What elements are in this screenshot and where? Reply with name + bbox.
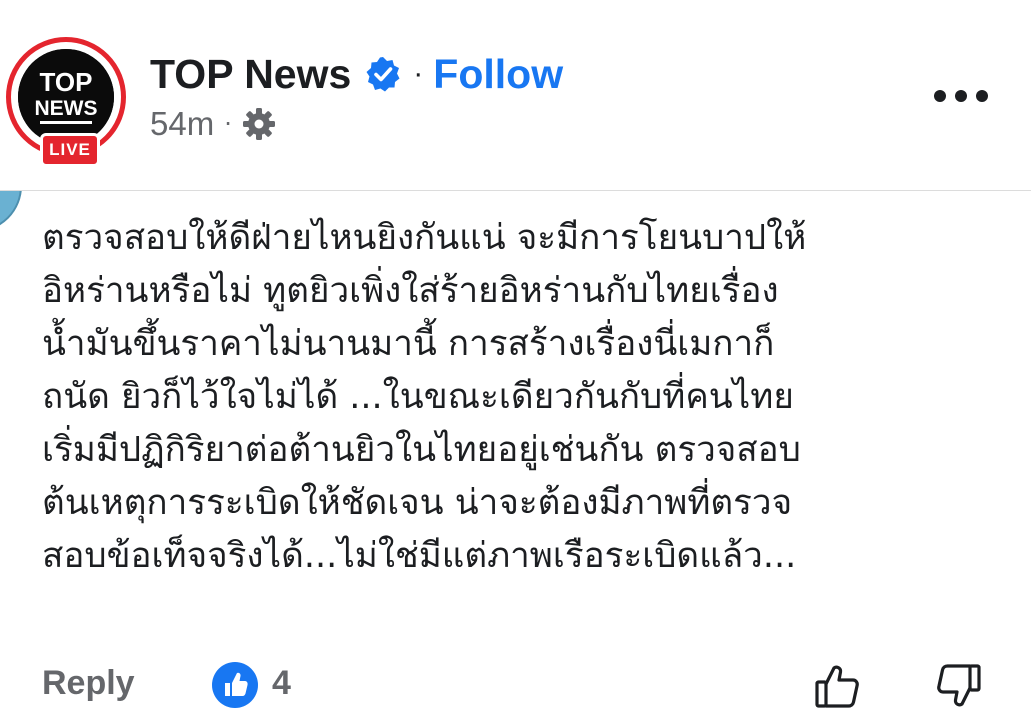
like-reaction-icon[interactable]: [212, 662, 258, 708]
comment-line: ถนัด ยิวก็ไว้ใจไม่ได้ ...ในขณะเดียวกันกั…: [42, 377, 794, 417]
timestamp[interactable]: 54m: [150, 105, 214, 143]
top-news-logo: TOP NEWS: [18, 49, 114, 145]
thumbs-down-icon[interactable]: [932, 660, 984, 712]
name-row: TOP News · Follow: [150, 44, 563, 104]
reaction-count[interactable]: 4: [272, 664, 291, 703]
gear-icon: [242, 108, 275, 140]
page-avatar[interactable]: TOP NEWS LIVE: [6, 37, 126, 167]
comment-body: ตรวจสอบให้ดีฝ่ายไหนยิงกันแน่ จะมีการโยนบ…: [42, 212, 1002, 583]
name-separator: ·: [413, 57, 424, 90]
follow-button[interactable]: Follow: [433, 51, 563, 98]
page-name[interactable]: TOP News: [150, 51, 351, 98]
facebook-comment-view: TOP NEWS LIVE TOP News · Follow 54m · ตร…: [0, 0, 1031, 726]
comment-line: สอบข้อเท็จจริงได้...ไม่ใช่มีแต่ภาพเรือระ…: [42, 536, 797, 576]
comment-line: อิหร่านหรือไม่ ทูตยิวเพิ่งใส่ร้ายอิหร่าน…: [42, 271, 779, 311]
thumbs-up-icon[interactable]: [812, 660, 864, 712]
meta-separator: ·: [224, 110, 232, 138]
comment-line: ตรวจสอบให้ดีฝ่ายไหนยิงกันแน่ จะมีการโยนบ…: [42, 218, 807, 258]
verified-badge-icon: [366, 57, 400, 92]
post-header: TOP NEWS LIVE TOP News · Follow 54m ·: [0, 0, 1031, 191]
post-meta: 54m ·: [150, 102, 276, 146]
more-options-icon[interactable]: [931, 76, 991, 116]
comment-actions: Reply 4: [42, 660, 1002, 716]
reply-button[interactable]: Reply: [42, 664, 135, 703]
live-badge: LIVE: [40, 133, 100, 167]
comment-line: น้ำมันขึ้นราคาไม่นานมานี้ การสร้างเรื่อง…: [42, 324, 775, 364]
logo-text-top: TOP: [40, 67, 93, 97]
comment-line: ต้นเหตุการระเบิดให้ชัดเจน น่าจะต้องมีภาพ…: [42, 483, 793, 523]
logo-text-bottom: NEWS: [35, 97, 98, 120]
comment-line: เริ่มมีปฏิกิริยาต่อต้านยิวในไทยอยู่เช่นก…: [42, 430, 801, 470]
